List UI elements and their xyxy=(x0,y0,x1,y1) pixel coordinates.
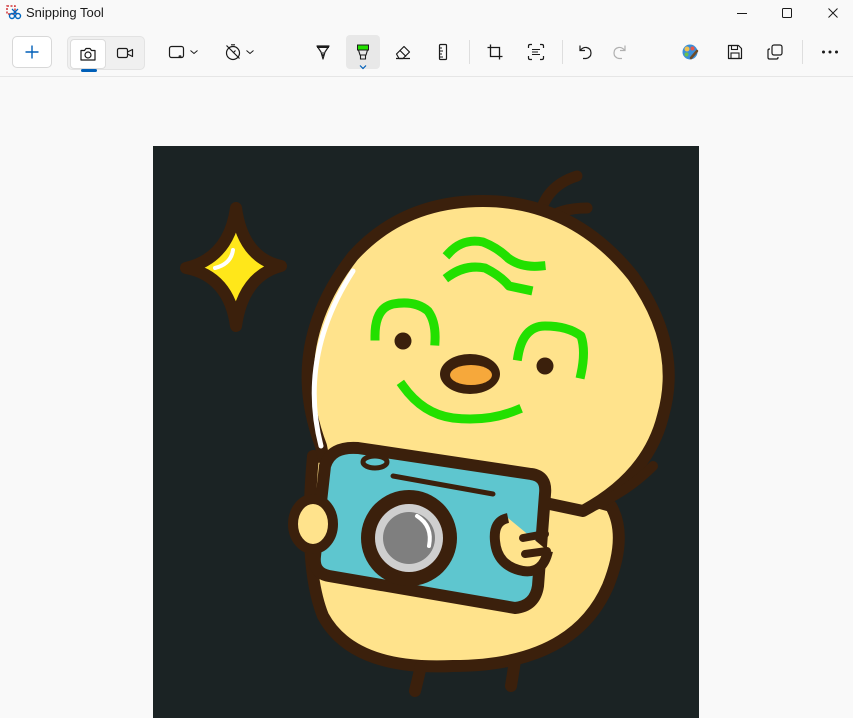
close-button[interactable] xyxy=(810,0,853,26)
chevron-down-icon xyxy=(359,65,367,70)
crop-icon xyxy=(487,44,503,60)
highlighter-button[interactable] xyxy=(346,35,380,70)
snipping-tool-app-icon xyxy=(6,5,22,20)
snip-mode-photo-button[interactable] xyxy=(70,39,106,72)
snip-canvas[interactable] xyxy=(0,77,853,718)
edit-in-paint-button[interactable] xyxy=(675,37,705,67)
copy-icon xyxy=(767,44,783,60)
chevron-down-icon xyxy=(245,50,254,55)
video-icon xyxy=(116,47,134,59)
ruler-icon xyxy=(438,43,448,61)
rectangle-snip-icon xyxy=(168,45,184,59)
title-bar: Snipping Tool xyxy=(0,0,853,26)
text-actions-icon xyxy=(527,43,545,61)
timer-off-icon xyxy=(225,44,240,61)
snip-mode-video-button[interactable] xyxy=(108,39,142,67)
chevron-down-icon xyxy=(189,50,198,55)
ruler-button[interactable] xyxy=(428,37,458,67)
chick-with-camera-illustration xyxy=(153,146,699,718)
delay-dropdown[interactable] xyxy=(218,37,260,67)
edit-in-paint-icon xyxy=(682,44,699,60)
crop-button[interactable] xyxy=(480,37,510,67)
ballpoint-pen-button[interactable] xyxy=(308,37,338,67)
selected-indicator xyxy=(81,69,97,72)
eraser-icon xyxy=(395,45,411,60)
plus-icon xyxy=(25,45,39,59)
redo-button[interactable] xyxy=(605,37,635,67)
close-icon xyxy=(828,8,838,18)
toolbar-divider xyxy=(469,40,470,64)
save-button[interactable] xyxy=(720,37,750,67)
minimize-icon xyxy=(737,13,747,14)
maximize-button[interactable] xyxy=(764,0,810,26)
eraser-button[interactable] xyxy=(388,37,418,67)
camera-icon xyxy=(80,47,96,61)
undo-button[interactable] xyxy=(570,37,600,67)
capture-mode-toggle xyxy=(67,36,145,72)
highlighter-icon xyxy=(357,44,369,60)
minimize-button[interactable] xyxy=(719,0,765,26)
maximize-icon xyxy=(782,8,792,18)
save-icon xyxy=(727,44,743,60)
redo-icon xyxy=(613,45,626,60)
window-title: Snipping Tool xyxy=(26,5,104,20)
toolbar-divider xyxy=(562,40,563,64)
toolbar xyxy=(0,26,853,77)
copy-button[interactable] xyxy=(760,37,790,67)
undo-icon xyxy=(579,45,592,60)
toolbar-divider xyxy=(802,40,803,64)
more-icon xyxy=(822,50,838,54)
text-actions-button[interactable] xyxy=(521,37,551,67)
new-snip-button[interactable] xyxy=(12,36,52,68)
ballpoint-pen-icon xyxy=(316,45,330,60)
see-more-button[interactable] xyxy=(815,37,845,67)
snip-shape-dropdown[interactable] xyxy=(162,37,204,67)
captured-image[interactable] xyxy=(153,146,699,718)
